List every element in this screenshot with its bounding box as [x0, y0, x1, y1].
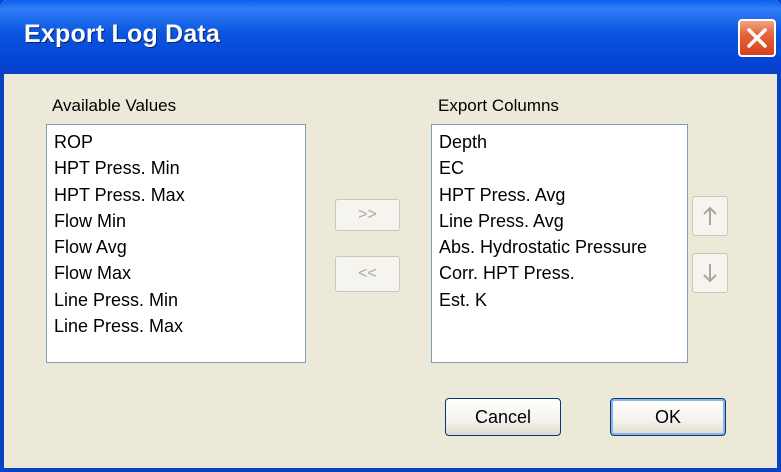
export-column-item[interactable]: Corr. HPT Press. — [439, 260, 687, 286]
title-bar[interactable]: Export Log Data — [0, 0, 781, 74]
available-value-item[interactable]: Flow Min — [54, 208, 305, 234]
add-to-export-button[interactable]: >> — [335, 199, 400, 231]
available-value-item[interactable]: HPT Press. Max — [54, 182, 305, 208]
available-value-item[interactable]: ROP — [54, 129, 305, 155]
arrow-up-icon — [703, 206, 717, 225]
remove-from-export-button[interactable]: << — [335, 256, 400, 292]
remove-button-label: << — [358, 265, 377, 282]
export-column-item[interactable]: EC — [439, 155, 687, 181]
export-columns-listbox[interactable]: Depth EC HPT Press. Avg Line Press. Avg Abs.… — [431, 124, 688, 363]
cancel-button[interactable]: Cancel — [445, 398, 561, 436]
export-column-item[interactable]: Depth — [439, 129, 687, 155]
available-value-item[interactable]: Line Press. Max — [54, 313, 305, 339]
available-value-item[interactable]: Flow Avg — [54, 234, 305, 260]
arrow-down-icon — [703, 264, 717, 283]
available-value-item[interactable]: HPT Press. Min — [54, 155, 305, 181]
close-button[interactable] — [738, 19, 776, 57]
dialog-title: Export Log Data — [24, 20, 221, 48]
export-column-item[interactable]: Abs. Hydrostatic Pressure — [439, 234, 687, 260]
available-values-listbox[interactable]: ROP HPT Press. Min HPT Press. Max Flow Min F… — [46, 124, 306, 363]
ok-button[interactable]: OK — [610, 398, 726, 436]
add-button-label: >> — [358, 206, 377, 223]
export-column-item[interactable]: Est. K — [439, 287, 687, 313]
available-value-item[interactable]: Flow Max — [54, 260, 305, 286]
move-up-button[interactable] — [692, 196, 728, 236]
export-columns-label: Export Columns — [438, 96, 559, 115]
available-values-label: Available Values — [52, 96, 177, 115]
export-column-item[interactable]: HPT Press. Avg — [439, 182, 687, 208]
close-icon — [747, 28, 767, 48]
available-value-item[interactable]: Line Press. Min — [54, 287, 305, 313]
export-log-data-dialog: Export Log Data Available Values ROP HPT … — [0, 0, 781, 472]
export-column-item[interactable]: Line Press. Avg — [439, 208, 687, 234]
move-down-button[interactable] — [692, 253, 728, 293]
